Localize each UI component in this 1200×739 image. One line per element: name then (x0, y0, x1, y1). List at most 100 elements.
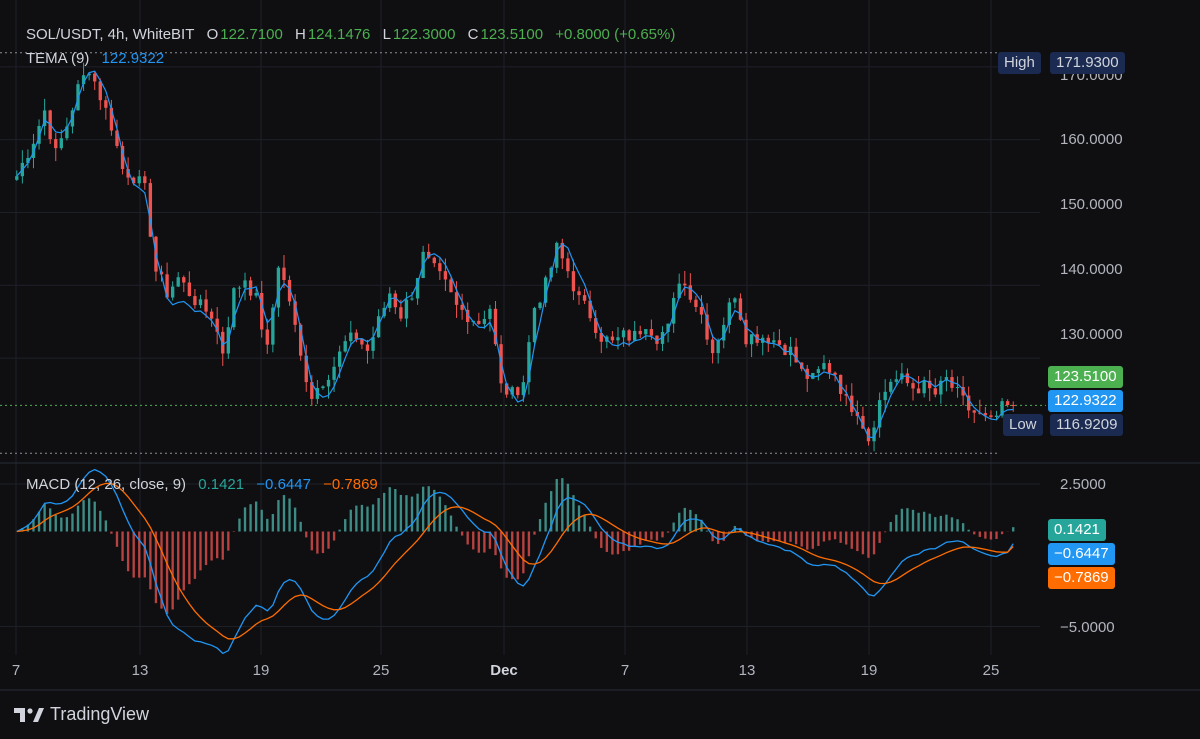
tradingview-brand[interactable]: TradingView (14, 704, 149, 725)
candle-body (905, 373, 910, 384)
candle-body (1011, 405, 1015, 407)
price-tick-label: 150.0000 (1060, 196, 1123, 213)
candle-body (260, 292, 264, 330)
chart-stage[interactable]: SOL/USDT, 4h, WhiteBIT O 122.7100 H 124.14… (0, 0, 1200, 739)
candle-body (772, 340, 776, 343)
close-value: 123.5100 (480, 26, 544, 43)
candle-body (349, 332, 353, 342)
macd-hist-value: 0.1421 (198, 476, 245, 493)
candle-body (438, 263, 442, 272)
candle-body (644, 329, 648, 335)
low-tag-label: Low (1003, 414, 1043, 436)
candle-body (477, 320, 481, 324)
tema-label: TEMA (9) (26, 50, 90, 67)
macd-tick-label: −5.0000 (1060, 619, 1115, 636)
x-tick-label: Dec (490, 662, 518, 679)
candle-body (699, 306, 704, 315)
candle-body (354, 332, 359, 340)
candle-body (265, 329, 269, 345)
price-tick-label: 160.0000 (1060, 131, 1123, 148)
candle-body (410, 298, 414, 300)
candle-body (582, 295, 587, 301)
x-tick-label: 25 (982, 662, 1000, 679)
candle-body (916, 388, 921, 394)
candle-body (282, 267, 286, 280)
candle-body (649, 329, 654, 336)
macd-hist-tag: 0.1421 (1048, 519, 1106, 541)
candle-body (955, 386, 960, 388)
price-tick-label: 140.0000 (1060, 261, 1123, 278)
candle-body (516, 387, 520, 396)
candle-body (538, 302, 542, 309)
low-tag-value: 116.9209 (1050, 414, 1124, 436)
last-price-tag: 123.5100 (1048, 366, 1123, 388)
x-tick-label: 19 (252, 662, 270, 679)
candle-body (883, 391, 887, 401)
candle-body (989, 415, 993, 417)
low-label: L (382, 26, 391, 43)
candle-body (209, 311, 214, 319)
candle-body (616, 337, 620, 341)
low-value: 122.3000 (392, 26, 456, 43)
candle-body (482, 318, 487, 324)
chart-canvas[interactable] (0, 0, 1200, 739)
candle-body (566, 258, 570, 272)
open-value: 122.7100 (220, 26, 283, 43)
candle-body (176, 277, 180, 287)
candle-body (710, 339, 715, 354)
candle-body (243, 280, 247, 288)
candle-body (399, 307, 403, 319)
high-tag-value: 171.9300 (1050, 52, 1125, 74)
macd-line-value: −0.6447 (256, 476, 311, 493)
candle-body (98, 81, 102, 101)
candle-body (404, 299, 409, 319)
price-tick-label: 130.0000 (1060, 326, 1123, 343)
x-tick-label: 7 (11, 662, 21, 679)
candle-body (777, 340, 782, 345)
candle-body (716, 340, 720, 354)
x-tick-label: 7 (620, 662, 630, 679)
macd-signal-tag: −0.7869 (1048, 567, 1115, 589)
candle-body (889, 381, 893, 392)
x-tick-label: 13 (131, 662, 149, 679)
candle-body (694, 299, 698, 307)
candle-body (766, 337, 770, 343)
candle-body (187, 282, 192, 297)
candle-body (170, 286, 175, 298)
symbol-title[interactable]: SOL/USDT, 4h, WhiteBIT (26, 26, 194, 43)
candle-body (332, 366, 336, 380)
candle-body (972, 410, 976, 413)
candle-body (343, 341, 347, 352)
candle-body (822, 363, 826, 370)
candle-body (143, 176, 147, 184)
x-tick-label: 25 (372, 662, 390, 679)
macd-signal-line (16, 482, 1014, 640)
candle-body (371, 337, 375, 351)
candle-body (532, 308, 537, 343)
candle-body (449, 279, 453, 293)
candle-body (994, 415, 999, 417)
candle-body (276, 267, 281, 308)
tema-value: 122.9322 (101, 50, 165, 67)
candle-body (894, 379, 898, 382)
x-tick-label: 19 (860, 662, 878, 679)
macd-signal-value: −0.7869 (323, 476, 378, 493)
price-legend: SOL/USDT, 4h, WhiteBIT O 122.7100 H 124.14… (26, 26, 677, 43)
candle-body (1005, 401, 1010, 406)
tema-line (16, 70, 1014, 439)
candle-body (198, 299, 203, 306)
candle-body (93, 73, 97, 82)
candle-body (683, 283, 687, 286)
candle-body (237, 287, 242, 289)
footer-background (0, 691, 1200, 739)
candle-body (393, 293, 397, 308)
tema-legend[interactable]: TEMA (9) 122.9322 (26, 50, 166, 67)
candle-body (488, 308, 492, 319)
macd-legend[interactable]: MACD (12, 26, close, 9) 0.1421 −0.6447 −… (26, 476, 380, 493)
candle-body (182, 277, 186, 283)
candle-body (432, 257, 436, 264)
high-value: 124.1476 (307, 26, 371, 43)
candle-body (254, 292, 258, 296)
high-label: H (294, 26, 306, 43)
candle-body (443, 271, 448, 280)
